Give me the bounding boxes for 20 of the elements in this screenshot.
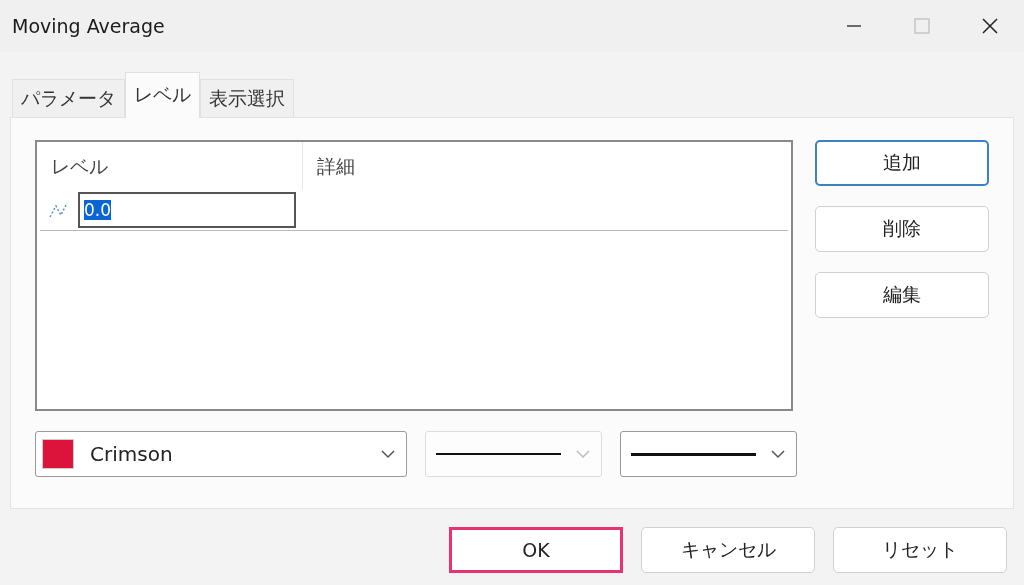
line-width-dropdown[interactable] xyxy=(620,431,797,477)
side-button[interactable]: 削除 xyxy=(815,206,989,252)
dialog-button[interactable]: OK xyxy=(449,527,623,573)
caret-icon xyxy=(770,449,786,459)
tab[interactable]: パラメータ xyxy=(12,79,125,117)
level-input[interactable]: 0.0 xyxy=(78,192,296,228)
dotted-wave-icon xyxy=(48,201,70,219)
side-button[interactable]: 追加 xyxy=(815,140,989,186)
column-header[interactable]: レベル xyxy=(37,142,303,190)
dialog-button[interactable]: リセット xyxy=(833,527,1007,573)
caret-icon xyxy=(575,449,591,459)
tab[interactable]: 表示選択 xyxy=(200,79,294,117)
dialog-button[interactable]: キャンセル xyxy=(641,527,815,573)
tab[interactable]: レベル xyxy=(125,72,200,118)
column-header[interactable]: 詳細 xyxy=(303,142,355,190)
close-icon[interactable] xyxy=(980,16,1000,36)
caret-icon xyxy=(380,449,396,459)
color-dropdown[interactable]: Crimson xyxy=(35,431,407,477)
window-title: Moving Average xyxy=(12,15,166,37)
side-button[interactable]: 編集 xyxy=(815,272,989,318)
